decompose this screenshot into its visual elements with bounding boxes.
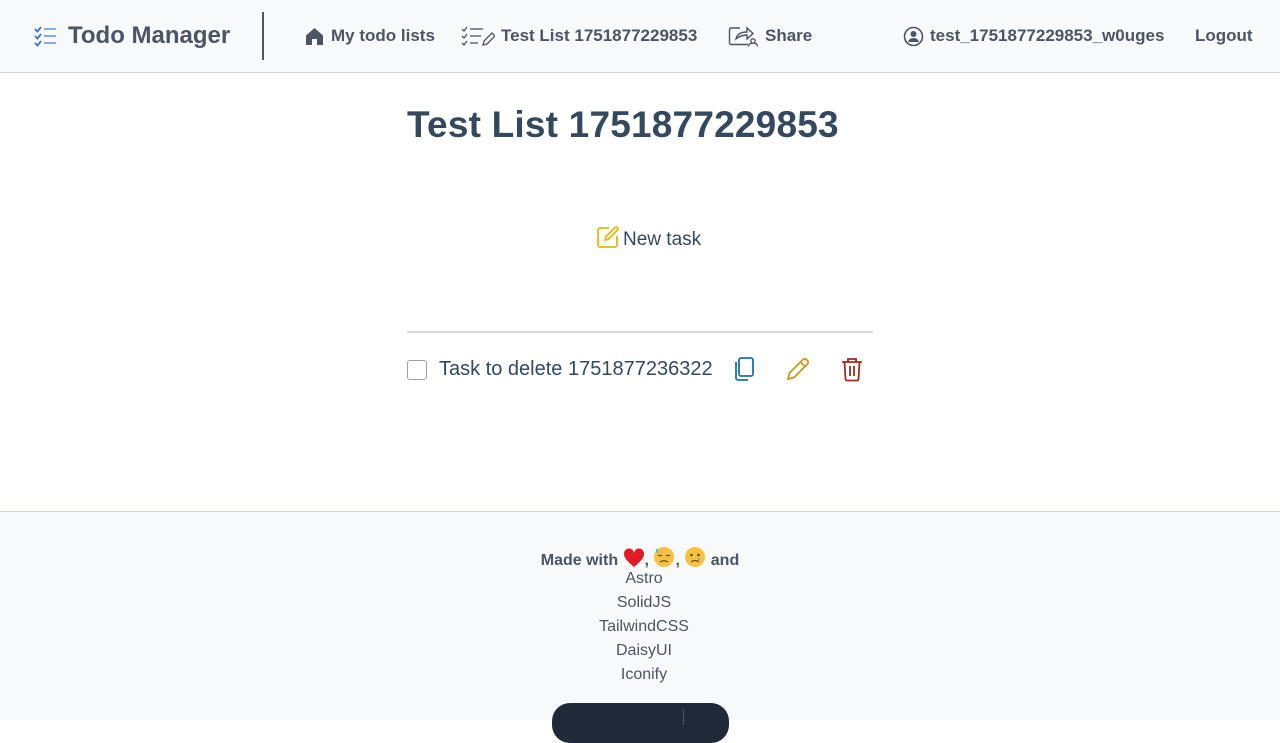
pencil-icon bbox=[785, 356, 811, 387]
dev-toolbar-separator bbox=[683, 709, 684, 725]
task-row: Task to delete 1751877236322 bbox=[407, 354, 873, 388]
logout-label: Logout bbox=[1195, 26, 1253, 45]
copy-icon bbox=[733, 356, 755, 387]
sweat-face-icon bbox=[653, 546, 675, 573]
dev-toolbar[interactable] bbox=[552, 703, 729, 743]
nav-user-label: test_1751877229853_w0uges bbox=[930, 26, 1165, 45]
nav-share-label: Share bbox=[765, 26, 813, 45]
navbar: Todo Manager My todo lists Test List 175… bbox=[0, 0, 1280, 73]
made-with-prefix: Made with bbox=[540, 552, 619, 569]
made-with-line: Made with , , and bbox=[0, 546, 1280, 573]
nav-home-label: My todo lists bbox=[331, 26, 435, 45]
footer-link-astro[interactable]: Astro bbox=[0, 570, 1280, 588]
task-list-divider bbox=[407, 331, 873, 333]
edit-task-button[interactable] bbox=[783, 356, 813, 386]
brand-link[interactable]: Todo Manager bbox=[32, 0, 230, 72]
footer-link-daisyui[interactable]: DaisyUI bbox=[0, 642, 1280, 660]
nav-share[interactable]: Share bbox=[728, 0, 812, 72]
brand-label: Todo Manager bbox=[68, 22, 231, 49]
page-title: Test List 1751877229853 bbox=[407, 104, 839, 145]
task-checkbox[interactable] bbox=[407, 360, 427, 380]
nav-my-todo-lists[interactable]: My todo lists bbox=[304, 0, 435, 72]
copy-task-button[interactable] bbox=[729, 356, 759, 386]
task-label: Task to delete 1751877236322 bbox=[439, 358, 713, 380]
tearful-face-icon bbox=[684, 546, 706, 573]
home-icon bbox=[304, 26, 325, 47]
made-with-suffix: and bbox=[710, 552, 740, 569]
delete-task-button[interactable] bbox=[837, 356, 867, 386]
user-circle-icon bbox=[903, 26, 924, 47]
footer-link-tailwindcss[interactable]: TailwindCSS bbox=[0, 618, 1280, 636]
new-task-button[interactable]: New task bbox=[596, 225, 701, 255]
new-task-label: New task bbox=[623, 229, 702, 250]
footer-link-iconify[interactable]: Iconify bbox=[0, 666, 1280, 684]
nav-user-profile[interactable]: test_1751877229853_w0uges bbox=[903, 0, 1164, 72]
list-edit-icon bbox=[461, 25, 495, 47]
checklist-icon bbox=[32, 23, 58, 49]
logout-button[interactable]: Logout bbox=[1195, 0, 1253, 72]
nav-divider bbox=[262, 12, 264, 60]
footer-link-solidjs[interactable]: SolidJS bbox=[0, 594, 1280, 612]
new-task-icon bbox=[596, 225, 620, 255]
nav-current-list[interactable]: Test List 1751877229853 bbox=[461, 0, 697, 72]
nav-list-label: Test List 1751877229853 bbox=[501, 26, 698, 45]
share-icon bbox=[728, 25, 759, 47]
footer: Made with , , and Astro SolidJS Tailwind… bbox=[0, 511, 1280, 743]
trash-icon bbox=[840, 356, 864, 387]
